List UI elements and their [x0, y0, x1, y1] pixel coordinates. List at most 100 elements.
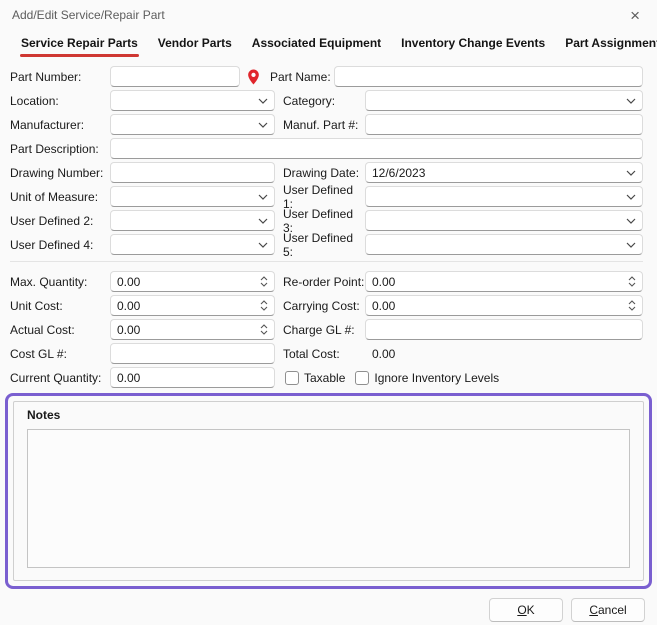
unit-cost-input[interactable]: [117, 296, 260, 315]
carrying-cost-input[interactable]: [372, 296, 628, 315]
drawing-date-label: Drawing Date:: [283, 166, 365, 180]
reorder-point-label: Re-order Point:: [283, 275, 365, 289]
total-cost-value: 0.00: [365, 347, 643, 361]
user-defined-1-select[interactable]: [365, 186, 643, 207]
reorder-point-stepper[interactable]: [365, 271, 643, 292]
part-name-input[interactable]: [341, 67, 636, 86]
current-quantity-label: Current Quantity:: [10, 371, 110, 385]
chevron-down-icon: [258, 218, 268, 224]
spinner-icon[interactable]: [260, 276, 268, 287]
form-row: Location: Category:: [10, 90, 643, 111]
notes-highlight-border: Notes: [5, 393, 652, 589]
drawing-date-value: 12/6/2023: [372, 166, 626, 180]
form-row: User Defined 2: User Defined 3:: [10, 210, 643, 231]
unit-of-measure-label: Unit of Measure:: [10, 190, 110, 204]
part-number-label: Part Number:: [10, 70, 110, 84]
spinner-icon[interactable]: [260, 324, 268, 335]
checkbox-icon[interactable]: [355, 371, 369, 385]
notes-textarea[interactable]: [27, 429, 630, 568]
chevron-down-icon: [258, 98, 268, 104]
location-select[interactable]: [110, 90, 275, 111]
current-quantity-input-wrap: [110, 367, 275, 388]
chevron-down-icon: [258, 242, 268, 248]
dialog-title: Add/Edit Service/Repair Part: [12, 8, 165, 22]
unit-cost-label: Unit Cost:: [10, 299, 110, 313]
chevron-down-icon: [258, 122, 268, 128]
current-quantity-input[interactable]: [117, 368, 268, 387]
user-defined-3-select[interactable]: [365, 210, 643, 231]
chevron-down-icon: [626, 242, 636, 248]
part-number-input[interactable]: [117, 67, 233, 86]
ok-mnemonic: O: [517, 603, 526, 617]
tab-associated-equipment[interactable]: Associated Equipment: [251, 34, 382, 59]
manufacturer-select[interactable]: [110, 114, 275, 135]
tab-service-repair-parts[interactable]: Service Repair Parts: [20, 34, 139, 59]
chevron-down-icon: [626, 98, 636, 104]
part-description-input[interactable]: [117, 139, 636, 158]
form-row: Part Description:: [10, 138, 643, 159]
ignore-inventory-levels-checkbox[interactable]: Ignore Inventory Levels: [355, 371, 499, 385]
tab-vendor-parts[interactable]: Vendor Parts: [157, 34, 233, 59]
charge-gl-label: Charge GL #:: [283, 323, 365, 337]
taxable-checkbox[interactable]: Taxable: [285, 371, 345, 385]
spinner-icon[interactable]: [628, 276, 636, 287]
checkbox-icon[interactable]: [285, 371, 299, 385]
max-quantity-label: Max. Quantity:: [10, 275, 110, 289]
form-row: Cost GL #: Total Cost: 0.00: [10, 343, 643, 364]
part-description-input-wrap: [110, 138, 643, 159]
actual-cost-stepper[interactable]: [110, 319, 275, 340]
cancel-button[interactable]: Cancel: [571, 598, 645, 622]
user-defined-5-select[interactable]: [365, 234, 643, 255]
reorder-point-input[interactable]: [372, 272, 628, 291]
carrying-cost-label: Carrying Cost:: [283, 299, 365, 313]
total-cost-label: Total Cost:: [283, 347, 365, 361]
chevron-down-icon: [626, 218, 636, 224]
notes-group: Notes: [13, 401, 644, 581]
form-row: Unit of Measure: User Defined 1:: [10, 186, 643, 207]
form-row: Manufacturer: Manuf. Part #:: [10, 114, 643, 135]
form-area: Part Number: Part Name: Location: Catego…: [0, 58, 657, 388]
user-defined-4-label: User Defined 4:: [10, 238, 110, 252]
drawing-number-input[interactable]: [117, 163, 268, 182]
actual-cost-input[interactable]: [117, 320, 260, 339]
section-divider: [10, 261, 643, 262]
manuf-part-label: Manuf. Part #:: [283, 118, 365, 132]
user-defined-2-select[interactable]: [110, 210, 275, 231]
tab-part-assignments[interactable]: Part Assignments: [564, 34, 657, 59]
unit-cost-stepper[interactable]: [110, 295, 275, 316]
category-label: Category:: [283, 94, 365, 108]
part-name-input-wrap: [334, 66, 643, 87]
max-quantity-stepper[interactable]: [110, 271, 275, 292]
form-row: Current Quantity: Taxable Ignore Invento…: [10, 367, 643, 388]
notes-group-title: Notes: [27, 408, 630, 422]
charge-gl-input[interactable]: [372, 320, 636, 339]
form-row: Part Number: Part Name:: [10, 66, 643, 87]
carrying-cost-stepper[interactable]: [365, 295, 643, 316]
tab-inventory-change-events[interactable]: Inventory Change Events: [400, 34, 546, 59]
user-defined-2-label: User Defined 2:: [10, 214, 110, 228]
drawing-number-label: Drawing Number:: [10, 166, 110, 180]
user-defined-4-select[interactable]: [110, 234, 275, 255]
manuf-part-input[interactable]: [372, 115, 636, 134]
cost-gl-input-wrap: [110, 343, 275, 364]
location-pin-icon[interactable]: [240, 69, 266, 85]
cost-gl-label: Cost GL #:: [10, 347, 110, 361]
form-row: Unit Cost: Carrying Cost:: [10, 295, 643, 316]
taxable-checkbox-label: Taxable: [304, 371, 345, 385]
manuf-part-input-wrap: [365, 114, 643, 135]
ok-button[interactable]: OK: [489, 598, 563, 622]
form-row: Actual Cost: Charge GL #:: [10, 319, 643, 340]
part-description-label: Part Description:: [10, 142, 110, 156]
close-icon[interactable]: ×: [627, 7, 643, 24]
cost-gl-input[interactable]: [117, 344, 268, 363]
spinner-icon[interactable]: [260, 300, 268, 311]
location-label: Location:: [10, 94, 110, 108]
unit-of-measure-select[interactable]: [110, 186, 275, 207]
spinner-icon[interactable]: [628, 300, 636, 311]
form-row: Drawing Number: Drawing Date: 12/6/2023: [10, 162, 643, 183]
dialog-button-row: OK Cancel: [0, 589, 657, 622]
drawing-date-select[interactable]: 12/6/2023: [365, 162, 643, 183]
category-select[interactable]: [365, 90, 643, 111]
charge-gl-input-wrap: [365, 319, 643, 340]
max-quantity-input[interactable]: [117, 272, 260, 291]
